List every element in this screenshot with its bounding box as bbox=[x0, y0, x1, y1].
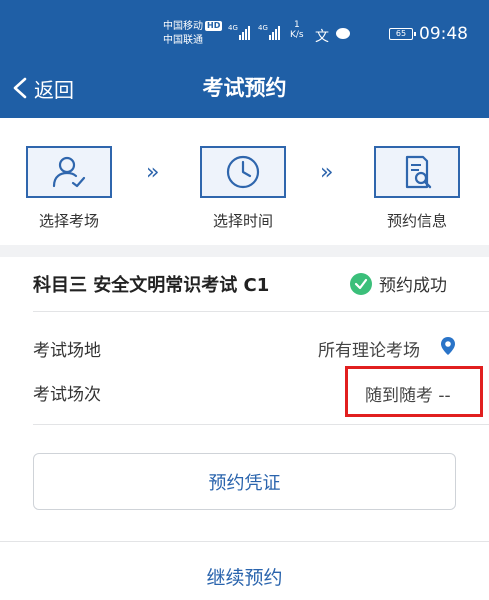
step-1-box bbox=[26, 146, 112, 198]
step-1-label: 选择考场 bbox=[38, 212, 99, 230]
carrier-1: 中国移动 bbox=[163, 21, 203, 32]
document-search-icon bbox=[405, 155, 432, 189]
highlight-box bbox=[345, 366, 483, 417]
chevron-left-icon bbox=[13, 77, 27, 99]
status-bar: 中国移动 HD 中国联通 4G 4G 1 K/s 文 65 09:48 bbox=[0, 0, 489, 58]
back-button[interactable]: 返回 bbox=[12, 72, 74, 104]
step-2-label: 选择时间 bbox=[212, 212, 273, 230]
continue-booking-button[interactable]: 继续预约 bbox=[0, 563, 489, 590]
step-2-box bbox=[200, 146, 286, 198]
section-divider bbox=[0, 245, 489, 257]
carrier-info: 中国移动 HD 中国联通 bbox=[163, 20, 223, 48]
divider bbox=[33, 311, 489, 312]
exam-title: 科目三 安全文明常识考试 C1 bbox=[33, 275, 270, 296]
step-3-label: 预约信息 bbox=[386, 212, 447, 230]
voucher-button[interactable]: 预约凭证 bbox=[33, 453, 456, 510]
chat-bubble-icon bbox=[336, 28, 350, 39]
nav-bar: 考试预约 返回 bbox=[0, 58, 489, 118]
divider bbox=[33, 424, 489, 425]
status-badge: 预约成功 bbox=[350, 271, 447, 296]
network-speed: 1 K/s bbox=[290, 20, 304, 40]
battery-icon: 65 bbox=[389, 28, 416, 40]
translate-icon: 文 bbox=[315, 29, 329, 45]
signal-1-icon: 4G bbox=[228, 24, 250, 40]
status-text: 预约成功 bbox=[379, 276, 447, 296]
check-circle-icon bbox=[350, 272, 372, 295]
hd-badge: HD bbox=[205, 21, 223, 31]
status-time: 09:48 bbox=[419, 24, 468, 44]
chevron-right-icon: » bbox=[320, 160, 334, 185]
user-check-icon bbox=[52, 156, 86, 188]
location-pin-icon[interactable] bbox=[440, 336, 456, 356]
back-label: 返回 bbox=[34, 77, 74, 102]
step-3-box bbox=[374, 146, 460, 198]
step-indicator: 选择考场 » 选择时间 » 预约信息 bbox=[0, 118, 489, 245]
divider bbox=[0, 541, 489, 542]
venue-value: 所有理论考场 bbox=[318, 341, 420, 361]
venue-label: 考试场地 bbox=[33, 341, 101, 361]
session-label: 考试场次 bbox=[33, 385, 101, 405]
clock-icon bbox=[226, 155, 260, 189]
chevron-right-icon: » bbox=[146, 160, 160, 185]
carrier-2: 中国联通 bbox=[163, 35, 203, 46]
app-header: 中国移动 HD 中国联通 4G 4G 1 K/s 文 65 09:48 考试预约 … bbox=[0, 0, 489, 118]
signal-2-icon: 4G bbox=[258, 24, 280, 40]
